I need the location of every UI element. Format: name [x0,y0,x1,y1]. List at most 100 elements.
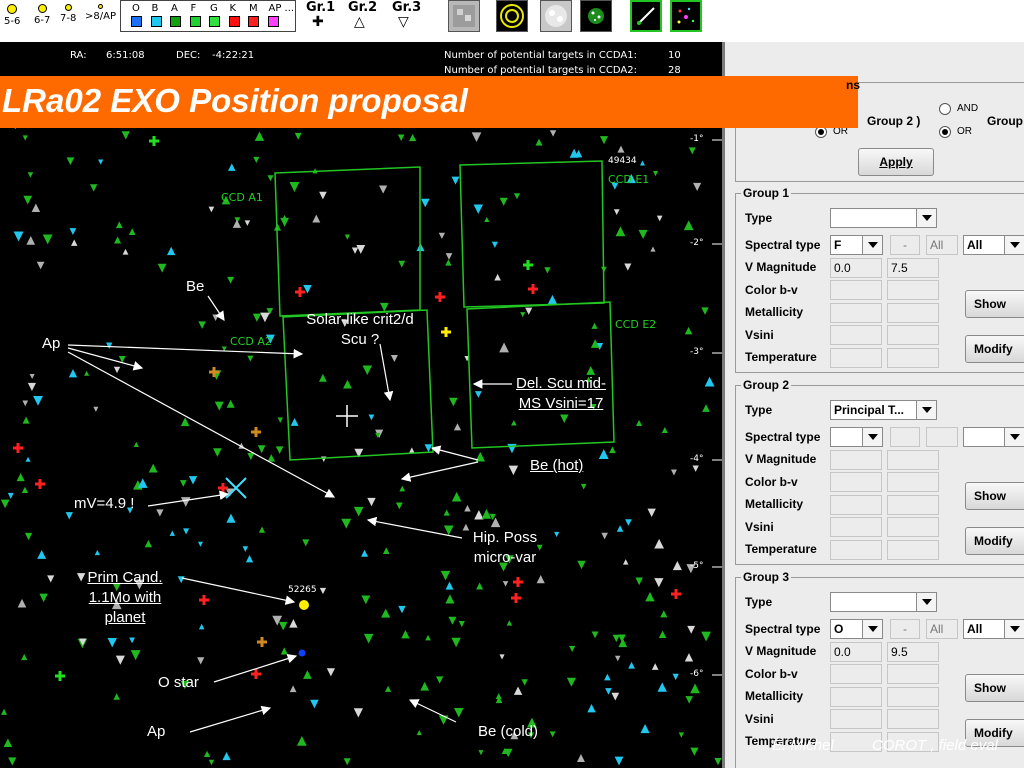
star-marker [23,195,33,205]
spectral-swatch[interactable] [170,16,181,27]
spectral-swatch[interactable] [267,16,279,27]
star-marker [554,531,560,538]
sky-view-button[interactable] [670,0,702,32]
star-marker [525,307,533,315]
group3-met-max[interactable] [887,687,939,707]
group2-luminosity-select[interactable] [963,427,1024,447]
group2-modify-button[interactable]: Modify [965,527,1024,555]
group1-spectral-select[interactable]: F [830,235,883,255]
spectral-swatch[interactable] [248,16,259,27]
group1-spectral-sub[interactable]: All [926,235,958,255]
group1-show-button[interactable]: Show [965,290,1024,318]
star-marker [213,448,222,457]
group2-show-button[interactable]: Show [965,482,1024,510]
star-marker [453,423,462,431]
group3-vsini-max[interactable] [887,709,939,729]
group3-bv-max[interactable] [887,664,939,684]
bright-star-marker[interactable] [225,477,247,499]
group2-bv-min[interactable] [830,472,882,492]
triangle-up-icon: △ [354,14,365,30]
group2-vsini-min[interactable] [830,517,882,537]
group2-temp-min[interactable] [830,540,882,560]
prime-candidate-star[interactable] [299,600,309,610]
star-marker [678,732,685,738]
star-marker [318,373,327,382]
group1-type-select[interactable] [830,208,937,228]
group1-title: Group 1 [741,186,792,200]
group2-type-select[interactable]: Principal T... [830,400,937,420]
chevron-down-icon [916,593,936,611]
type-label: Type [745,595,773,609]
group1-vsini-max[interactable] [887,325,939,345]
group1-met-max[interactable] [887,303,939,323]
group2-met-max[interactable] [887,495,939,515]
group1-vsini-min[interactable] [830,325,882,345]
star-marker [399,485,406,492]
apply-button[interactable]: Apply [858,148,934,176]
group2-toolbar-label[interactable]: Gr.2 [348,0,377,15]
star-cluster-button[interactable] [580,0,612,32]
group3-spectral-sub[interactable]: All [926,619,958,639]
group3-luminosity-select[interactable]: All [963,619,1024,639]
type-label: Type [745,211,773,225]
spectral-swatch[interactable] [228,16,240,27]
o-star[interactable] [298,649,306,657]
group2-vsini-max[interactable] [887,517,939,537]
star-marker [598,449,609,459]
group1-temp-min[interactable] [830,348,882,368]
group1-modify-button[interactable]: Modify [965,335,1024,363]
spectral-swatch[interactable] [131,16,142,27]
group1-bv-min[interactable] [830,280,882,300]
group1-vmag-min[interactable]: 0.0 [830,258,882,278]
group3-type-select[interactable] [830,592,937,612]
group2-vmag-max[interactable] [887,450,939,470]
target-circle-button[interactable] [496,0,528,32]
star-marker [226,399,235,408]
group1-toolbar-label[interactable]: Gr.1 [306,0,335,15]
noise-texture-button[interactable] [448,0,480,32]
group3-spectral-select[interactable]: O [830,619,883,639]
group2-met-min[interactable] [830,495,882,515]
group1-met-min[interactable] [830,303,882,323]
group1-luminosity-select[interactable]: All [963,235,1024,255]
star-marker [129,637,135,644]
group3-vmag-max[interactable]: 9.5 [887,642,939,662]
star-marker [635,577,643,586]
group1-vmag-max[interactable]: 7.5 [887,258,939,278]
spectral-letter: B [151,3,159,14]
group3-show-button[interactable]: Show [965,674,1024,702]
group1-bv-max[interactable] [887,280,939,300]
star-marker [121,131,130,140]
group3-met-min[interactable] [830,687,882,707]
group3-vsini-min[interactable] [830,709,882,729]
magnitude-legend-5-6: 5-6 [4,4,20,27]
group2-spectral-select[interactable] [830,427,883,447]
star-marker [688,147,696,155]
star-marker [177,576,185,584]
star-marker [471,132,482,143]
star-marker [122,248,129,255]
group2-spectral-sub[interactable] [926,427,958,447]
star-marker [454,707,464,718]
star-marker [148,463,158,473]
group3-toolbar-label[interactable]: Gr.3 [392,0,421,15]
star-marker [254,131,265,141]
star-marker [115,221,123,229]
annotation-solar-like: Solar-like crit2/d Scu ? [306,311,414,348]
group3-vmag-min[interactable]: 0.0 [830,642,882,662]
group2-vmag-min[interactable] [830,450,882,470]
group2-bv-max[interactable] [887,472,939,492]
star-map[interactable]: RA: 6:51:08 DEC: -4:22:21 Number of pote… [0,42,722,768]
zoom-line-button[interactable] [630,0,662,32]
spectral-swatch[interactable] [189,16,201,27]
group1-temp-max[interactable] [887,348,939,368]
star-marker [420,198,430,208]
spectral-swatch[interactable] [209,16,220,27]
group3-bv-min[interactable] [830,664,882,684]
star-marker [657,682,667,692]
group2-temp-max[interactable] [887,540,939,560]
dust-field-button[interactable] [540,0,572,32]
and-radio[interactable] [939,103,951,115]
spectral-swatch[interactable] [150,16,162,27]
or-radio-right[interactable] [939,126,951,138]
